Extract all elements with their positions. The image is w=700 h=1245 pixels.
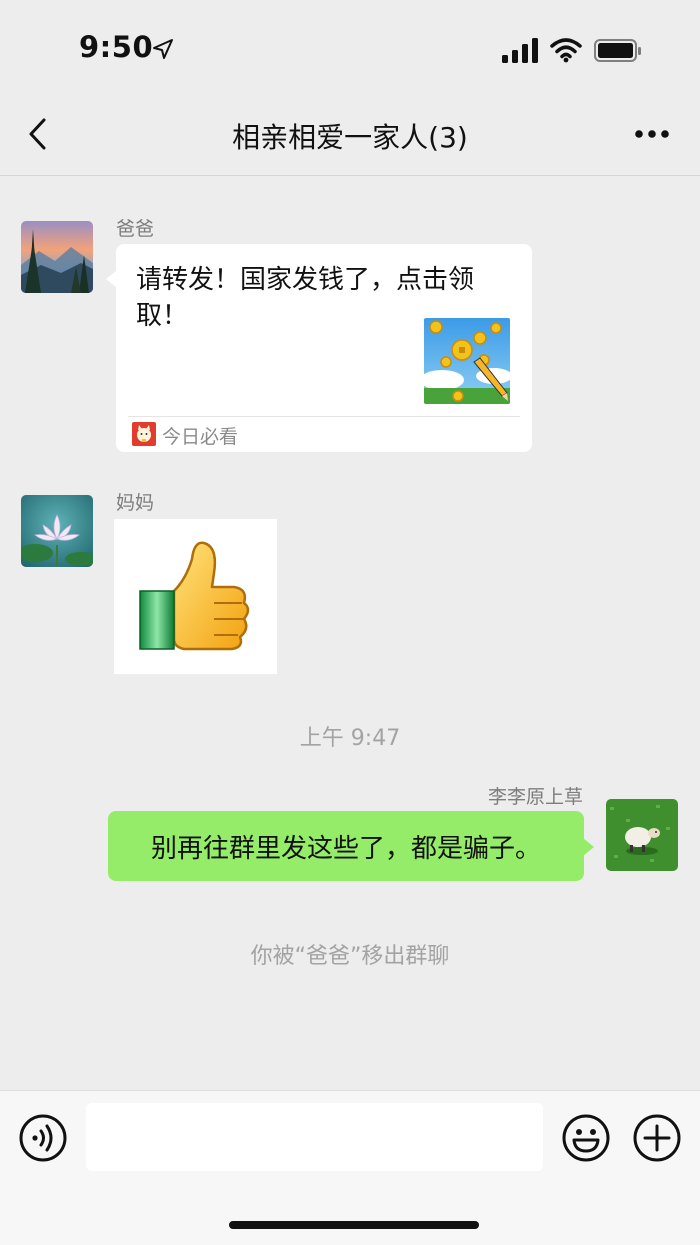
chat-title: 相亲相爱一家人(3) [232, 121, 468, 154]
status-time: 9:50 [79, 30, 154, 64]
bubble-tail [583, 838, 594, 856]
sender-name: 爸爸 [116, 218, 155, 240]
divider [128, 416, 520, 417]
timestamp: 上午 9:47 [299, 726, 401, 751]
home-indicator [229, 1221, 479, 1229]
avatar-dad[interactable] [21, 221, 93, 293]
my-message-bubble[interactable]: 别再往群里发这些了，都是骗子。 [108, 811, 584, 881]
plus-icon[interactable] [632, 1113, 682, 1163]
ellipsis-icon[interactable] [634, 129, 670, 139]
wifi-icon [550, 38, 582, 63]
mountain-landscape-icon [21, 221, 93, 293]
message-input[interactable] [86, 1103, 543, 1171]
avatar-mom[interactable] [21, 495, 93, 567]
thumbs-up-icon [139, 541, 250, 651]
avatar-me[interactable] [606, 799, 678, 871]
battery-icon [594, 39, 641, 62]
my-message-text: 别再往群里发这些了，都是骗子。 [150, 834, 541, 864]
lotus-flower-icon [21, 495, 93, 567]
sheep-on-grass-icon [606, 799, 678, 871]
nav-bar: 相亲相爱一家人(3) [0, 95, 700, 176]
lucky-cat-icon [132, 422, 156, 446]
my-sender-name: 李李原上草 [487, 786, 583, 808]
input-bar [0, 1090, 700, 1245]
link-card-thumbnail [424, 318, 510, 404]
sender-name: 妈妈 [116, 492, 155, 514]
system-message: 你被“爸爸”移出群聊 [250, 944, 450, 969]
emoji-icon[interactable] [561, 1113, 611, 1163]
voice-icon[interactable] [18, 1113, 68, 1163]
link-card-source: 今日必看 [162, 426, 239, 448]
thumbs-up-sticker[interactable] [114, 519, 277, 674]
cellular-signal-icon [502, 38, 538, 63]
gold-coins-image [424, 318, 510, 404]
link-card[interactable]: 请转发！国家发钱了，点击领取！ 今日必看 [116, 244, 532, 452]
location-arrow-icon [153, 39, 173, 59]
